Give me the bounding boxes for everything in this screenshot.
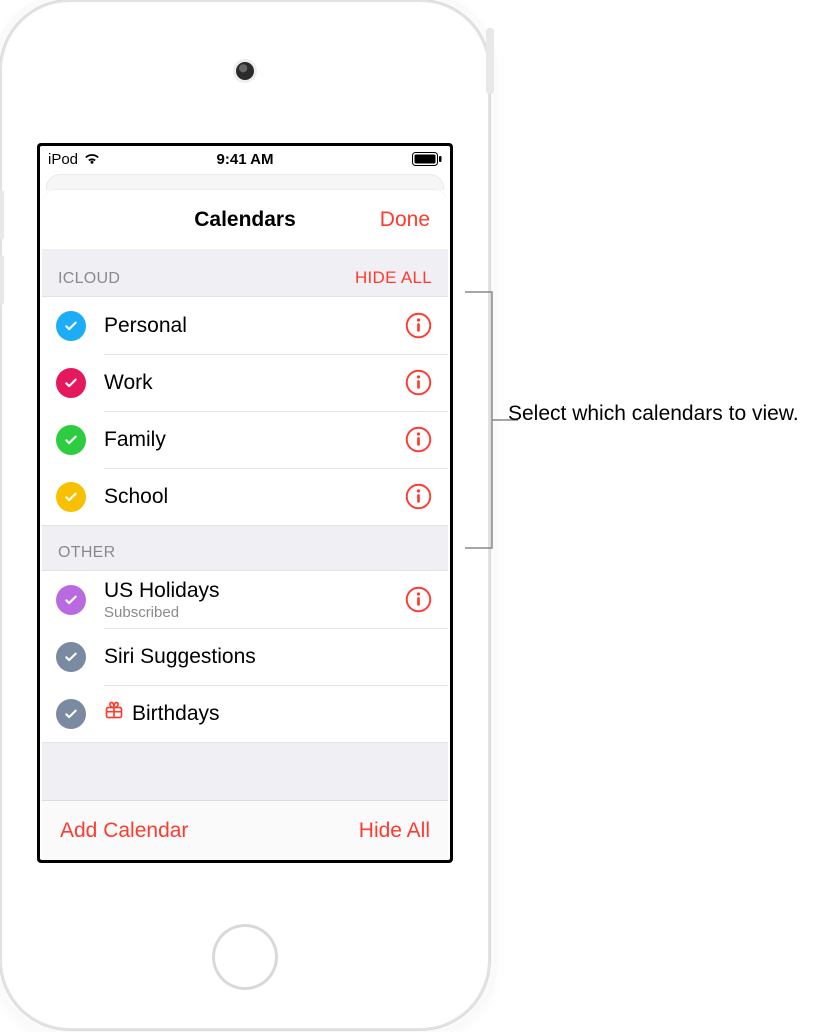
- calendar-label: Personal: [104, 313, 404, 338]
- wifi-icon: [83, 152, 101, 166]
- nav-bar: Calendars Done: [42, 190, 448, 250]
- info-icon[interactable]: [404, 586, 432, 614]
- calendar-checkbox[interactable]: [56, 368, 86, 398]
- toolbar: Add Calendar Hide All: [42, 800, 448, 860]
- section-title: ICLOUD: [58, 270, 120, 288]
- home-button[interactable]: [212, 924, 278, 990]
- calendar-row-body: Work: [104, 370, 404, 395]
- calendar-label: School: [104, 484, 404, 509]
- calendar-row-body: Birthdays: [104, 700, 432, 726]
- calendar-label-text: Birthdays: [132, 701, 220, 726]
- calendar-row[interactable]: Personal: [42, 297, 448, 354]
- calendar-label: Family: [104, 427, 404, 452]
- calendar-row[interactable]: Work: [42, 354, 448, 411]
- calendar-checkbox[interactable]: [56, 585, 86, 615]
- calendar-row[interactable]: Siri Suggestions: [42, 628, 448, 685]
- screen: iPod 9:41 AM Calendars Done ICLOUDH: [37, 143, 453, 863]
- gift-icon: [104, 700, 124, 726]
- calendar-checkbox[interactable]: [56, 482, 86, 512]
- volume-down-button: [0, 255, 4, 305]
- calendar-row-body: Siri Suggestions: [104, 644, 432, 669]
- front-camera: [236, 62, 254, 80]
- calendar-list[interactable]: ICLOUD HIDE ALL Personal Work Family School OT…: [42, 250, 448, 800]
- calendar-row-body: US HolidaysSubscribed: [104, 578, 404, 621]
- calendar-row[interactable]: US HolidaysSubscribed: [42, 571, 448, 628]
- calendar-checkbox[interactable]: [56, 642, 86, 672]
- calendar-row-body: School: [104, 484, 404, 509]
- info-icon[interactable]: [404, 426, 432, 454]
- calendar-sublabel: Subscribed: [104, 604, 404, 621]
- battery-icon: [412, 152, 442, 166]
- calendar-label-text: Siri Suggestions: [104, 644, 256, 669]
- calendar-label: Siri Suggestions: [104, 644, 432, 669]
- done-button[interactable]: Done: [380, 208, 430, 232]
- calendar-row[interactable]: Birthdays: [42, 685, 448, 742]
- calendar-label-text: Personal: [104, 313, 187, 338]
- section-hide-all-button[interactable]: HIDE ALL: [355, 268, 432, 288]
- calendar-checkbox[interactable]: [56, 699, 86, 729]
- status-time: 9:41 AM: [40, 151, 450, 168]
- calendars-sheet: Calendars Done ICLOUD HIDE ALL Personal Wor…: [42, 190, 448, 860]
- calendar-label-text: Family: [104, 427, 166, 452]
- background-sheet: [46, 174, 444, 190]
- page-title: Calendars: [194, 208, 296, 232]
- section-title: OTHER: [58, 544, 116, 562]
- add-calendar-button[interactable]: Add Calendar: [60, 819, 188, 843]
- power-button: [486, 28, 494, 94]
- calendar-row-body: Personal: [104, 313, 404, 338]
- calendar-label: Birthdays: [104, 700, 432, 726]
- volume-up-button: [0, 190, 4, 240]
- device-frame: iPod 9:41 AM Calendars Done ICLOUDH: [0, 0, 490, 1030]
- section-rows-other: US HolidaysSubscribed Siri Suggestions Bir…: [42, 570, 448, 743]
- status-bar: iPod 9:41 AM: [40, 146, 450, 172]
- calendar-label: Work: [104, 370, 404, 395]
- info-icon[interactable]: [404, 483, 432, 511]
- calendar-checkbox[interactable]: [56, 311, 86, 341]
- calendar-row-body: Family: [104, 427, 404, 452]
- calendar-label: US Holidays: [104, 578, 404, 603]
- hide-all-button[interactable]: Hide All: [359, 819, 430, 843]
- section-header-other: OTHER: [42, 526, 448, 570]
- calendar-row[interactable]: School: [42, 468, 448, 525]
- calendar-label-text: School: [104, 484, 168, 509]
- calendar-row[interactable]: Family: [42, 411, 448, 468]
- device-label: iPod: [48, 151, 78, 168]
- info-icon[interactable]: [404, 369, 432, 397]
- calendar-label-text: Work: [104, 370, 153, 395]
- calendar-checkbox[interactable]: [56, 425, 86, 455]
- section-header-icloud: ICLOUD HIDE ALL: [42, 250, 448, 296]
- callout-text: Select which calendars to view.: [508, 400, 799, 428]
- calendar-label-text: US Holidays: [104, 578, 220, 603]
- section-rows-icloud: Personal Work Family School: [42, 296, 448, 526]
- info-icon[interactable]: [404, 312, 432, 340]
